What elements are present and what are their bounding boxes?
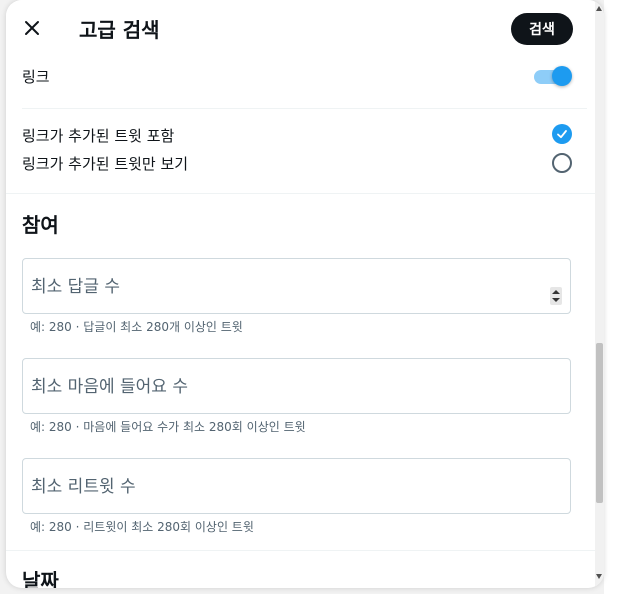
min-replies-input[interactable] <box>31 275 531 299</box>
close-icon <box>25 21 39 35</box>
min-retweets-hint: 예: 280 · 리트윗이 최소 280회 이상인 트윗 <box>30 520 254 534</box>
min-likes-input[interactable] <box>31 375 531 399</box>
scroll-up-arrow-icon[interactable] <box>596 6 602 11</box>
modal-title: 고급 검색 <box>79 18 160 42</box>
close-button[interactable] <box>16 12 48 44</box>
section-divider <box>6 193 595 194</box>
dates-title: 날짜 <box>22 569 59 588</box>
links-toggle[interactable] <box>534 65 572 87</box>
background-page-right <box>604 0 624 594</box>
section-divider <box>6 550 595 551</box>
option-only-links-label: 링크가 추가된 트윗만 보기 <box>22 155 189 173</box>
option-only-links-radio[interactable] <box>552 153 572 173</box>
min-replies-hint: 예: 280 · 답글이 최소 280개 이상인 트윗 <box>30 320 243 334</box>
advanced-search-modal: 고급 검색 검색 링크 링크가 추가된 트윗 포함 링크가 추가된 트윗만 보기… <box>6 0 604 588</box>
links-label: 링크 <box>22 68 50 86</box>
stepper-up-icon[interactable] <box>552 290 560 294</box>
option-include-links-label: 링크가 추가된 트윗 포함 <box>22 127 175 145</box>
engagement-title: 참여 <box>22 213 59 237</box>
search-button[interactable]: 검색 <box>511 13 573 45</box>
min-likes-field[interactable] <box>22 358 571 414</box>
modal-header: 고급 검색 검색 <box>6 0 595 56</box>
scroll-thumb[interactable] <box>596 343 603 503</box>
min-retweets-input[interactable] <box>31 475 531 499</box>
min-likes-hint: 예: 280 · 마음에 들어요 수가 최소 280회 이상인 트윗 <box>30 420 306 434</box>
toggle-knob <box>552 66 572 86</box>
number-stepper[interactable] <box>550 287 562 305</box>
check-icon <box>557 130 567 139</box>
min-retweets-field[interactable] <box>22 458 571 514</box>
option-include-links-radio[interactable] <box>552 124 572 144</box>
scrollbar[interactable] <box>595 0 604 588</box>
stepper-down-icon[interactable] <box>552 298 560 302</box>
divider <box>22 108 587 109</box>
min-replies-field[interactable] <box>22 258 571 314</box>
scroll-down-arrow-icon[interactable] <box>596 574 602 579</box>
